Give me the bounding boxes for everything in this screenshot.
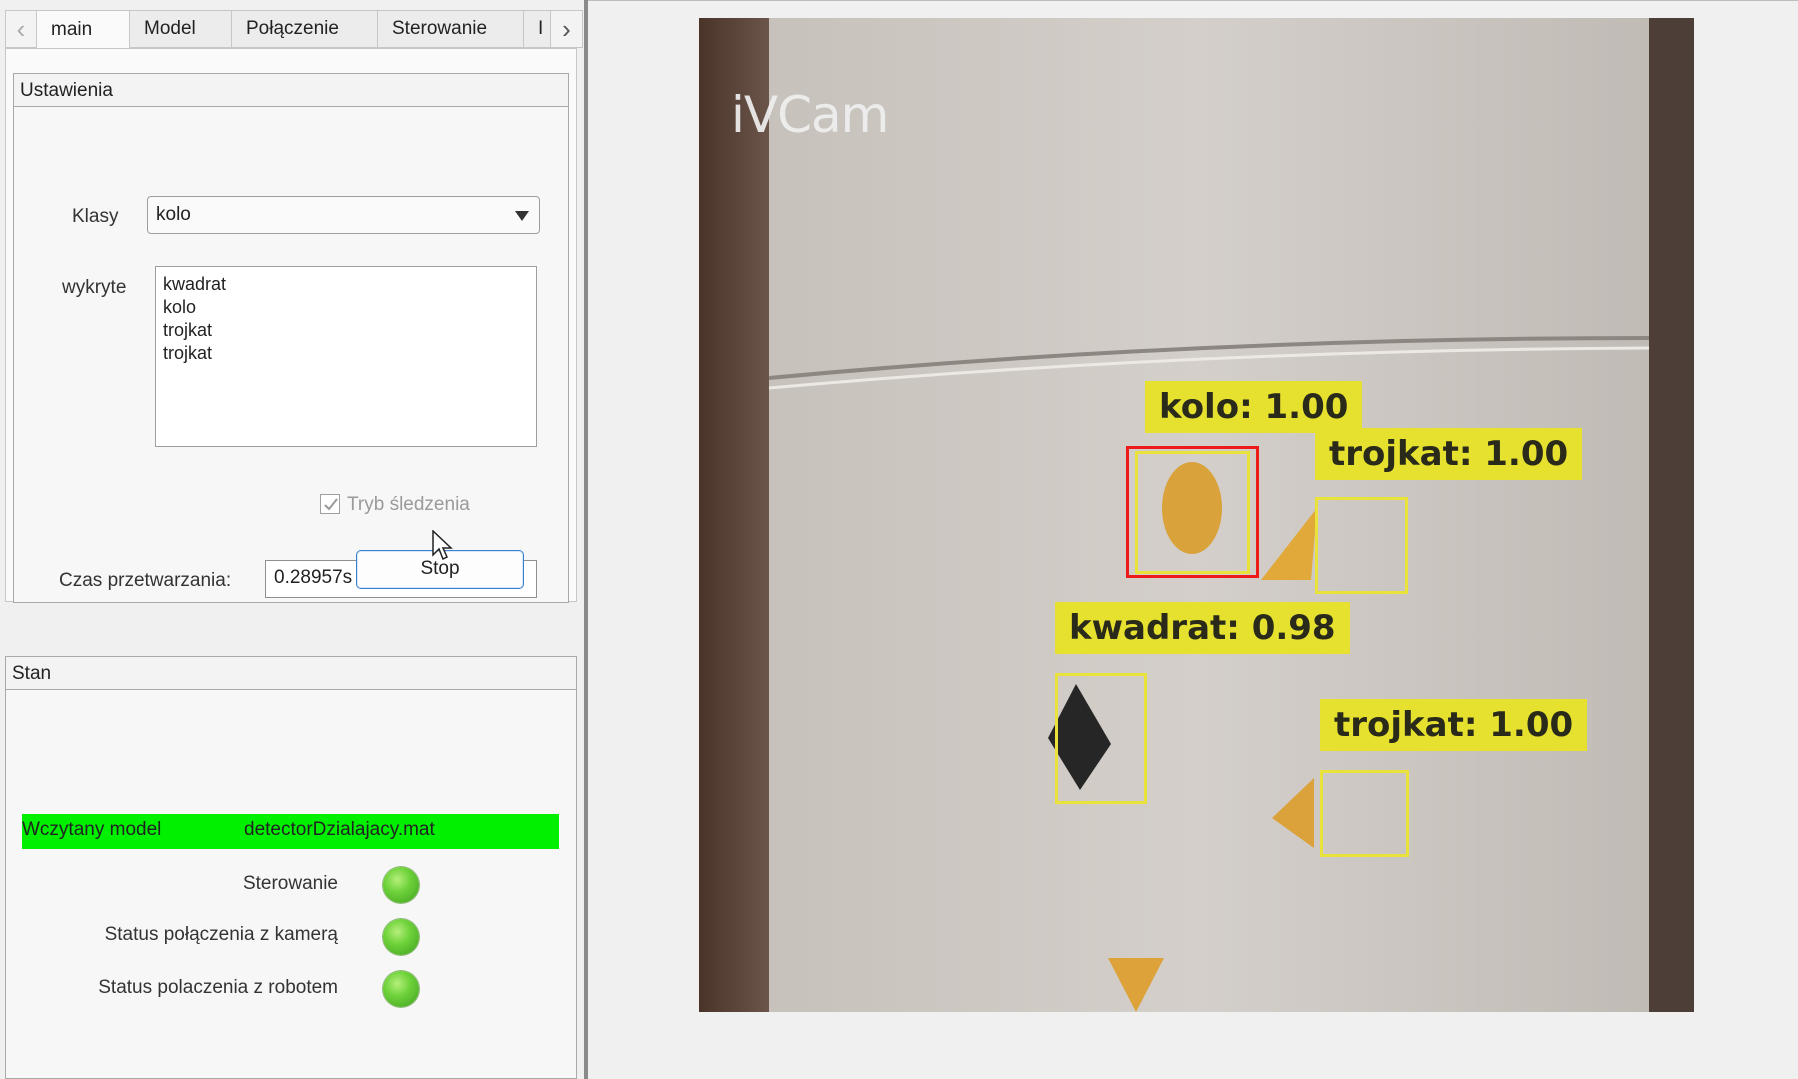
tab-label: I	[538, 18, 544, 39]
tab-label: main	[51, 19, 93, 40]
status-group-title: Stan	[6, 657, 576, 690]
detection-label: kolo: 1.00	[1145, 381, 1363, 433]
klasy-label: Klasy	[72, 206, 119, 227]
tab-scroll-right-button[interactable]: ›	[551, 10, 583, 48]
wykryte-listbox[interactable]: kwadrat kolo trojkat trojkat	[155, 266, 537, 447]
detection-box[interactable]	[1055, 673, 1147, 804]
camera-view: iVCam kolo: 1.00 trojkat: 1.00 kwadrat: …	[699, 18, 1694, 1012]
detection-box[interactable]	[1135, 451, 1250, 574]
list-item[interactable]: kolo	[163, 296, 529, 319]
tab-main[interactable]: main	[37, 10, 130, 50]
model-label: Wczytany model	[22, 819, 162, 840]
left-panel: ‹ main Model Połączenie Sterowanie I › U…	[0, 0, 584, 1079]
list-item[interactable]: trojkat	[163, 319, 529, 342]
chevron-left-icon: ‹	[16, 13, 26, 44]
chevron-right-icon: ›	[562, 13, 571, 44]
tab-overflow[interactable]: I	[524, 10, 551, 48]
list-item[interactable]: trojkat	[163, 342, 529, 365]
klasy-selected-value: kolo	[156, 204, 191, 225]
tab-label: Sterowanie	[392, 18, 488, 39]
camera-status-lamp	[383, 919, 419, 955]
wykryte-label: wykryte	[62, 277, 127, 298]
checkmark-icon	[324, 498, 338, 511]
tab-bar: ‹ main Model Połączenie Sterowanie I ›	[5, 10, 583, 50]
model-file-name: detectorDzialajacy.mat	[244, 819, 435, 840]
tab-label: Połączenie	[246, 18, 339, 39]
model-loaded-banner: Wczytany model detectorDzialajacy.mat	[22, 814, 559, 849]
tab-sterowanie[interactable]: Sterowanie	[378, 10, 524, 48]
tab-polaczenie[interactable]: Połączenie	[232, 10, 378, 48]
camera-watermark: iVCam	[731, 86, 889, 144]
detection-box[interactable]	[1320, 770, 1409, 857]
detection-label: trojkat: 1.00	[1315, 428, 1583, 480]
list-item[interactable]: kwadrat	[163, 273, 529, 296]
tab-scroll-left-button[interactable]: ‹	[5, 10, 37, 48]
tracking-checkbox[interactable]	[320, 494, 340, 514]
klasy-dropdown[interactable]: kolo	[147, 196, 540, 234]
tab-model[interactable]: Model	[130, 10, 232, 48]
tab-label: Model	[144, 18, 196, 39]
tracking-label: Tryb śledzenia	[347, 494, 470, 515]
chevron-down-icon	[515, 211, 529, 221]
sterowanie-status-label: Sterowanie	[242, 873, 338, 894]
robot-status-lamp	[383, 971, 419, 1007]
robot-status-label: Status polaczenia z robotem	[98, 977, 338, 998]
detection-label: kwadrat: 0.98	[1055, 602, 1350, 654]
detection-box[interactable]	[1315, 497, 1408, 594]
settings-group: Ustawienia Klasy kolo wykryte kwadrat ko…	[13, 73, 569, 603]
czas-label: Czas przetwarzania:	[59, 570, 232, 591]
detection-label: trojkat: 1.00	[1320, 699, 1588, 751]
main-tab-content: Ustawienia Klasy kolo wykryte kwadrat ko…	[5, 48, 577, 603]
status-group: Stan Wczytany model detectorDzialajacy.m…	[5, 656, 577, 1079]
camera-status-label: Status połączenia z kamerą	[104, 924, 338, 945]
mouse-cursor-icon	[432, 530, 453, 561]
settings-group-title: Ustawienia	[14, 74, 568, 107]
sterowanie-status-lamp	[383, 867, 419, 903]
